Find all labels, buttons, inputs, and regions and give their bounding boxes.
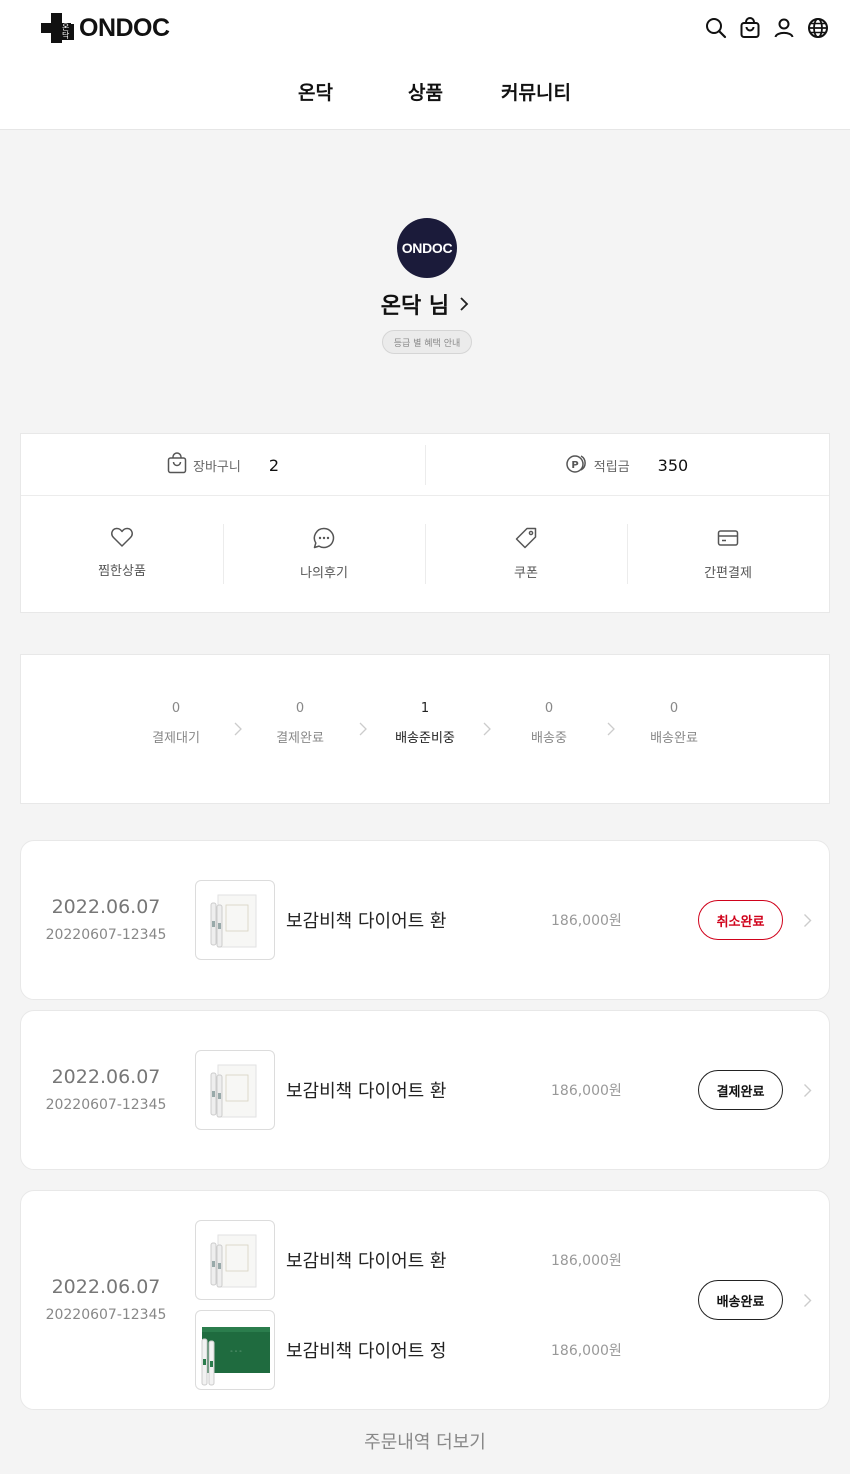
product-price: 186,000원	[551, 913, 622, 929]
svg-text:P: P	[571, 460, 578, 471]
chevron-right-icon	[803, 913, 812, 932]
order-number: 20220607-12345	[45, 1097, 167, 1113]
status-count: 0	[295, 701, 305, 716]
search-icon[interactable]	[704, 14, 728, 42]
logo-text: ONDOC	[79, 13, 170, 42]
product-name: 보감비책 다이어트 환	[286, 1081, 447, 1102]
quick-link-label: 쿠폰	[514, 566, 538, 581]
order-card[interactable]: 2022.06.07 20220607-12345 보감비책 다이어트 환 18…	[20, 1010, 830, 1170]
points-icon: P	[566, 452, 588, 478]
product-name: 보감비책 다이어트 환	[286, 1251, 447, 1272]
order-date: 2022.06.07	[51, 896, 161, 918]
status-step-shipping[interactable]: 0 배송중	[499, 701, 599, 746]
chevron-right-icon	[359, 721, 367, 740]
points-label: 적립금	[593, 459, 630, 475]
summary-top-row: 장바구니 2 P 적립금 350	[21, 434, 829, 496]
status-step-delivered[interactable]: 0 배송완료	[624, 701, 724, 746]
nav-item-products[interactable]: 상품	[408, 78, 443, 105]
white-box-product-image	[210, 1234, 257, 1288]
chevron-right-icon	[803, 1293, 812, 1312]
bag-icon[interactable]	[738, 14, 762, 42]
status-step-preparing[interactable]: 1 배송준비중	[375, 701, 475, 746]
order-status-card: 0 결제대기 0 결제완료 1 배송준비중 0 배송중 0 배송완료	[20, 654, 830, 804]
bag-icon	[167, 452, 187, 478]
points-summary[interactable]: P 적립금 350	[425, 434, 829, 496]
product-thumbnail	[195, 880, 275, 960]
nav-item-ondoc[interactable]: 온닥	[298, 78, 333, 105]
status-label: 배송완료	[650, 731, 698, 746]
grade-benefits-button[interactable]: 등급 별 혜택 안내	[382, 330, 472, 354]
green-box-product-image: ◦ ◦ ◦	[201, 1327, 270, 1386]
heart-icon	[110, 526, 134, 552]
order-card[interactable]: 2022.06.07 20220607-12345 보감비책 다이어트 환 18…	[20, 1190, 830, 1410]
quick-links: 찜한상품 나의후기 쿠폰 간편결제	[21, 496, 829, 612]
product-thumbnail: ◦ ◦ ◦	[195, 1310, 275, 1390]
status-step-pending-payment[interactable]: 0 결제대기	[126, 701, 226, 746]
quick-link-easy-pay[interactable]: 간편결제	[627, 496, 829, 612]
order-card[interactable]: 2022.06.07 20220607-12345 보감비책 다이어트 환 18…	[20, 840, 830, 1000]
chevron-right-icon	[459, 296, 469, 312]
logo-mark: 온닥	[62, 24, 74, 40]
cross-logo-icon: 온닥	[41, 13, 74, 43]
cart-count: 2	[268, 455, 280, 475]
quick-link-label: 찜한상품	[98, 564, 146, 579]
avatar: ONDOC	[397, 218, 457, 278]
quick-link-reviews[interactable]: 나의후기	[223, 496, 425, 612]
status-count: 0	[669, 701, 679, 716]
product-name: 보감비책 다이어트 정	[286, 1341, 447, 1362]
profile-link[interactable]: 온닥 님	[0, 288, 850, 320]
chevron-right-icon	[803, 1083, 812, 1102]
order-number: 20220607-12345	[45, 927, 167, 943]
header-icon-group	[704, 14, 830, 42]
status-step-paid[interactable]: 0 결제완료	[250, 701, 350, 746]
chevron-right-icon	[483, 721, 491, 740]
main-nav: 온닥 상품 커뮤니티	[0, 78, 850, 108]
profile-name: 온닥 님	[380, 294, 450, 319]
status-count: 0	[544, 701, 554, 716]
ondoc-logo[interactable]: 온닥 ONDOC	[41, 13, 170, 43]
order-status-button[interactable]: 결제완료	[698, 1070, 783, 1110]
order-status-button[interactable]: 취소완료	[698, 900, 783, 940]
product-price: 186,000원	[551, 1343, 622, 1359]
nav-item-community[interactable]: 커뮤니티	[501, 78, 571, 105]
product-price: 186,000원	[551, 1083, 622, 1099]
product-price: 186,000원	[551, 1253, 622, 1269]
product-thumbnail	[195, 1050, 275, 1130]
quick-link-wishlist[interactable]: 찜한상품	[21, 496, 223, 612]
order-number: 20220607-12345	[45, 1307, 167, 1323]
white-box-product-image	[210, 1064, 257, 1118]
chevron-right-icon	[234, 721, 242, 740]
status-label: 배송준비중	[395, 731, 455, 746]
chevron-right-icon	[607, 721, 615, 740]
status-label: 배송중	[531, 731, 567, 746]
tag-icon	[514, 526, 538, 554]
globe-icon[interactable]	[806, 14, 830, 42]
status-count: 1	[420, 701, 430, 716]
status-label: 결제대기	[152, 731, 200, 746]
quick-link-label: 나의후기	[300, 566, 348, 581]
order-status-button[interactable]: 배송완료	[698, 1280, 783, 1320]
white-box-product-image	[210, 894, 257, 948]
summary-card: 장바구니 2 P 적립금 350 찜한상품 나의후기 쿠폰 간편결제	[20, 433, 830, 613]
chat-bubble-icon	[312, 526, 336, 554]
user-icon[interactable]	[772, 14, 796, 42]
product-thumbnail	[195, 1220, 275, 1300]
site-header: 온닥 ONDOC 온닥 상품 커뮤니티	[0, 0, 850, 130]
status-label: 결제완료	[276, 731, 324, 746]
order-date: 2022.06.07	[51, 1276, 161, 1298]
order-date: 2022.06.07	[51, 1066, 161, 1088]
status-count: 0	[171, 701, 181, 716]
cart-label: 장바구니	[192, 459, 241, 475]
more-orders-link[interactable]: 주문내역 더보기	[0, 1428, 850, 1454]
quick-link-label: 간편결제	[704, 566, 752, 581]
svg-text:◦ ◦ ◦: ◦ ◦ ◦	[230, 1349, 242, 1355]
product-name: 보감비책 다이어트 환	[286, 911, 447, 932]
card-icon	[716, 526, 740, 554]
points-value: 350	[657, 455, 689, 475]
cart-summary[interactable]: 장바구니 2	[21, 434, 425, 496]
quick-link-coupon[interactable]: 쿠폰	[425, 496, 627, 612]
